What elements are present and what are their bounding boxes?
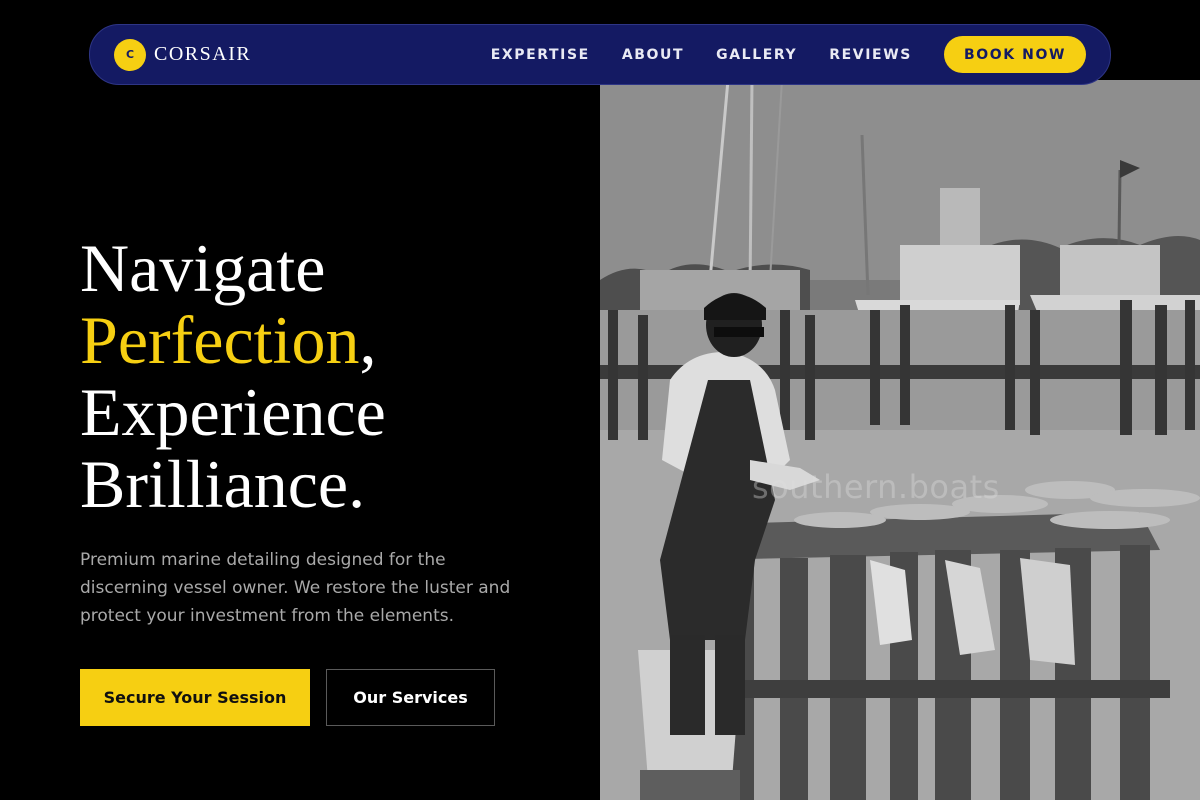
headline-accent: Perfection (80, 302, 360, 378)
headline-line-1: Navigate (80, 230, 326, 306)
brand-logo[interactable]: C CORSAIR (114, 38, 252, 71)
headline-line-4: Brilliance. (80, 446, 366, 522)
nav-link-gallery[interactable]: GALLERY (716, 47, 797, 63)
our-services-button[interactable]: Our Services (326, 669, 495, 726)
logo-badge-icon: C (114, 38, 146, 71)
nav-link-reviews[interactable]: REVIEWS (829, 47, 912, 63)
hero-headline: Navigate Perfection, Experience Brillian… (80, 232, 550, 520)
headline-line-2: Perfection, (80, 304, 550, 376)
hero-photo: southern.boats (600, 80, 1200, 800)
image-watermark: southern.boats (752, 468, 1000, 506)
nav-link-expertise[interactable]: EXPERTISE (491, 47, 590, 63)
hero-cta-row: Secure Your Session Our Services (80, 669, 495, 726)
headline-line-3: Experience (80, 374, 386, 450)
navbar: C CORSAIR EXPERTISE ABOUT GALLERY REVIEW… (89, 24, 1111, 85)
hero-subtitle: Premium marine detailing designed for th… (80, 550, 511, 626)
brand-name: CORSAIR (154, 43, 252, 65)
book-now-button[interactable]: BOOK NOW (943, 36, 1086, 73)
secure-session-button[interactable]: Secure Your Session (80, 669, 310, 726)
hero-photo-drawing (600, 80, 1200, 800)
nav-links: EXPERTISE ABOUT GALLERY REVIEWS (491, 47, 912, 63)
nav-link-about[interactable]: ABOUT (622, 47, 684, 63)
headline-comma: , (359, 302, 377, 378)
page: southern.boats C CORSAIR EXPERTISE ABOUT… (0, 0, 1200, 800)
hero-text: Navigate Perfection, Experience Brillian… (80, 232, 550, 630)
